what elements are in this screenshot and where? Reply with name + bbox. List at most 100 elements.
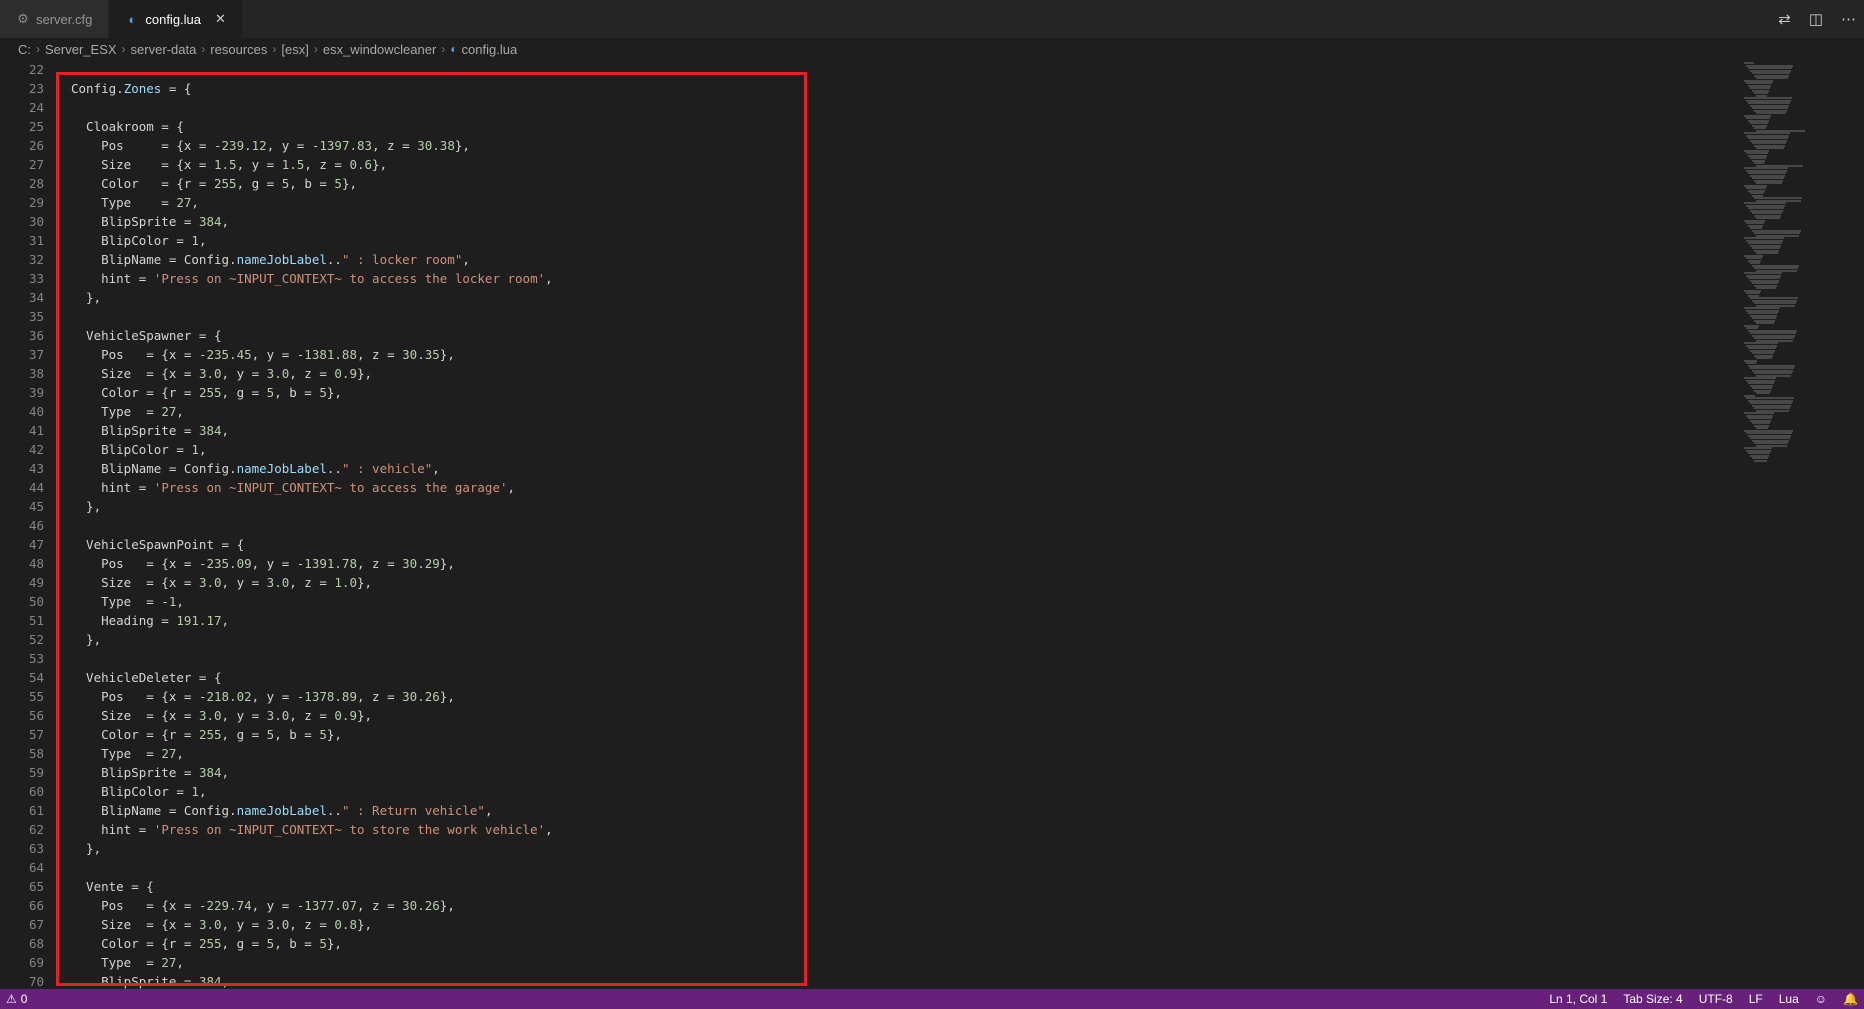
- warning-icon[interactable]: ⚠: [6, 992, 17, 1006]
- line-number: 58: [28, 746, 44, 761]
- line-number: 44: [28, 480, 44, 495]
- split-editor-icon[interactable]: ◫: [1809, 10, 1823, 28]
- line-number: 52: [28, 632, 44, 647]
- code-line[interactable]: Pos = {x = -229.74, y = -1377.07, z = 30…: [71, 896, 553, 915]
- code-line[interactable]: BlipSprite = 384,: [71, 972, 553, 989]
- code-line[interactable]: BlipColor = 1,: [71, 231, 553, 250]
- code-line[interactable]: Color = {r = 255, g = 5, b = 5},: [71, 934, 553, 953]
- code-line[interactable]: [71, 98, 553, 117]
- code-line[interactable]: Size = {x = 3.0, y = 3.0, z = 0.8},: [71, 915, 553, 934]
- code-line[interactable]: Vente = {: [71, 877, 553, 896]
- cursor-position[interactable]: Ln 1, Col 1: [1549, 992, 1607, 1006]
- code-line[interactable]: BlipName = Config.nameJobLabel.." : Retu…: [71, 801, 553, 820]
- code-line[interactable]: Heading = 191.17,: [71, 611, 553, 630]
- code-line[interactable]: BlipSprite = 384,: [71, 763, 553, 782]
- code-line[interactable]: },: [71, 497, 553, 516]
- tab-size[interactable]: Tab Size: 4: [1623, 992, 1682, 1006]
- breadcrumb-item[interactable]: C:: [18, 42, 31, 57]
- end-of-line[interactable]: LF: [1749, 992, 1763, 1006]
- code-line[interactable]: },: [71, 839, 553, 858]
- problems-count[interactable]: 0: [21, 992, 28, 1006]
- encoding[interactable]: UTF-8: [1699, 992, 1733, 1006]
- code-line[interactable]: BlipSprite = 384,: [71, 212, 553, 231]
- bell-icon[interactable]: 🔔: [1843, 992, 1858, 1006]
- line-number: 60: [28, 784, 44, 799]
- status-bar: ⚠ 0 Ln 1, Col 1 Tab Size: 4 UTF-8 LF Lua…: [0, 989, 1864, 1009]
- code-line[interactable]: hint = 'Press on ~INPUT_CONTEXT~ to acce…: [71, 269, 553, 288]
- line-number: 28: [28, 176, 44, 191]
- code-line[interactable]: },: [71, 630, 553, 649]
- line-number: 63: [28, 841, 44, 856]
- code-line[interactable]: Type = 27,: [71, 744, 553, 763]
- line-number: 35: [28, 309, 44, 324]
- vertical-scrollbar[interactable]: [1850, 60, 1864, 989]
- tab-server-cfg[interactable]: ⚙ server.cfg: [0, 0, 110, 38]
- code-line[interactable]: Pos = {x = -218.02, y = -1378.89, z = 30…: [71, 687, 553, 706]
- code-line[interactable]: Pos = {x = -235.45, y = -1381.88, z = 30…: [71, 345, 553, 364]
- compare-changes-icon[interactable]: ⇄: [1778, 10, 1791, 28]
- minimap-line: [1754, 459, 1767, 462]
- tab-config-lua[interactable]: ◐ config.lua ✕: [109, 0, 243, 38]
- breadcrumb: C: › Server_ESX › server-data › resource…: [0, 38, 1864, 60]
- code-line[interactable]: BlipColor = 1,: [71, 440, 553, 459]
- code-line[interactable]: Type = -1,: [71, 592, 553, 611]
- line-number: 47: [28, 537, 44, 552]
- code-line[interactable]: Config.Zones = {: [71, 79, 553, 98]
- line-number: 30: [28, 214, 44, 229]
- code-line[interactable]: BlipSprite = 384,: [71, 421, 553, 440]
- chevron-right-icon: ›: [313, 42, 318, 56]
- line-number: 23: [28, 81, 44, 96]
- code-line[interactable]: Type = 27,: [71, 193, 553, 212]
- breadcrumb-item[interactable]: Server_ESX: [45, 42, 117, 57]
- code-line[interactable]: Cloakroom = {: [71, 117, 553, 136]
- code-line[interactable]: [71, 60, 553, 79]
- code-line[interactable]: BlipName = Config.nameJobLabel.." : vehi…: [71, 459, 553, 478]
- code-line[interactable]: VehicleDeleter = {: [71, 668, 553, 687]
- line-number: 64: [28, 860, 44, 875]
- breadcrumb-item[interactable]: resources: [210, 42, 267, 57]
- code-line[interactable]: Size = {x = 3.0, y = 3.0, z = 0.9},: [71, 706, 553, 725]
- chevron-right-icon: ›: [272, 42, 277, 56]
- line-number: 55: [28, 689, 44, 704]
- code-line[interactable]: Color = {r = 255, g = 5, b = 5},: [71, 383, 553, 402]
- code-line[interactable]: [71, 307, 553, 326]
- code-content[interactable]: Config.Zones = { Cloakroom = { Pos = {x …: [71, 60, 553, 989]
- code-line[interactable]: Type = 27,: [71, 402, 553, 421]
- line-number: 56: [28, 708, 44, 723]
- code-line[interactable]: Size = {x = 3.0, y = 3.0, z = 0.9},: [71, 364, 553, 383]
- line-number: 36: [28, 328, 44, 343]
- chevron-right-icon: ›: [441, 42, 446, 56]
- code-line[interactable]: },: [71, 288, 553, 307]
- line-number: 41: [28, 423, 44, 438]
- code-line[interactable]: hint = 'Press on ~INPUT_CONTEXT~ to acce…: [71, 478, 553, 497]
- minimap[interactable]: [1740, 60, 1864, 989]
- code-line[interactable]: Color = {r = 255, g = 5, b = 5},: [71, 725, 553, 744]
- language-mode[interactable]: Lua: [1779, 992, 1799, 1006]
- code-line[interactable]: [71, 858, 553, 877]
- code-line[interactable]: VehicleSpawnPoint = {: [71, 535, 553, 554]
- code-line[interactable]: Size = {x = 3.0, y = 3.0, z = 1.0},: [71, 573, 553, 592]
- feedback-icon[interactable]: ☺: [1815, 992, 1827, 1006]
- breadcrumb-item[interactable]: config.lua: [462, 42, 518, 57]
- code-line[interactable]: VehicleSpawner = {: [71, 326, 553, 345]
- code-line[interactable]: BlipColor = 1,: [71, 782, 553, 801]
- breadcrumb-item[interactable]: server-data: [131, 42, 197, 57]
- code-line[interactable]: Color = {r = 255, g = 5, b = 5},: [71, 174, 553, 193]
- code-line[interactable]: hint = 'Press on ~INPUT_CONTEXT~ to stor…: [71, 820, 553, 839]
- code-line[interactable]: Pos = {x = -235.09, y = -1391.78, z = 30…: [71, 554, 553, 573]
- line-number: 48: [28, 556, 44, 571]
- code-line[interactable]: Pos = {x = -239.12, y = -1397.83, z = 30…: [71, 136, 553, 155]
- line-number: 49: [28, 575, 44, 590]
- code-line[interactable]: Type = 27,: [71, 953, 553, 972]
- chevron-right-icon: ›: [36, 42, 40, 56]
- code-line[interactable]: Size = {x = 1.5, y = 1.5, z = 0.6},: [71, 155, 553, 174]
- line-number: 61: [28, 803, 44, 818]
- breadcrumb-item[interactable]: [esx]: [281, 42, 308, 57]
- more-actions-icon[interactable]: ⋯: [1841, 10, 1856, 28]
- breadcrumb-item[interactable]: esx_windowcleaner: [323, 42, 436, 57]
- code-line[interactable]: [71, 649, 553, 668]
- code-editor[interactable]: 22 23 24 25 26 27 28 29 30 31 32 33 34 35 36 37 38 39 40 41…: [0, 60, 1864, 989]
- close-icon[interactable]: ✕: [215, 11, 226, 27]
- code-line[interactable]: [71, 516, 553, 535]
- code-line[interactable]: BlipName = Config.nameJobLabel.." : lock…: [71, 250, 553, 269]
